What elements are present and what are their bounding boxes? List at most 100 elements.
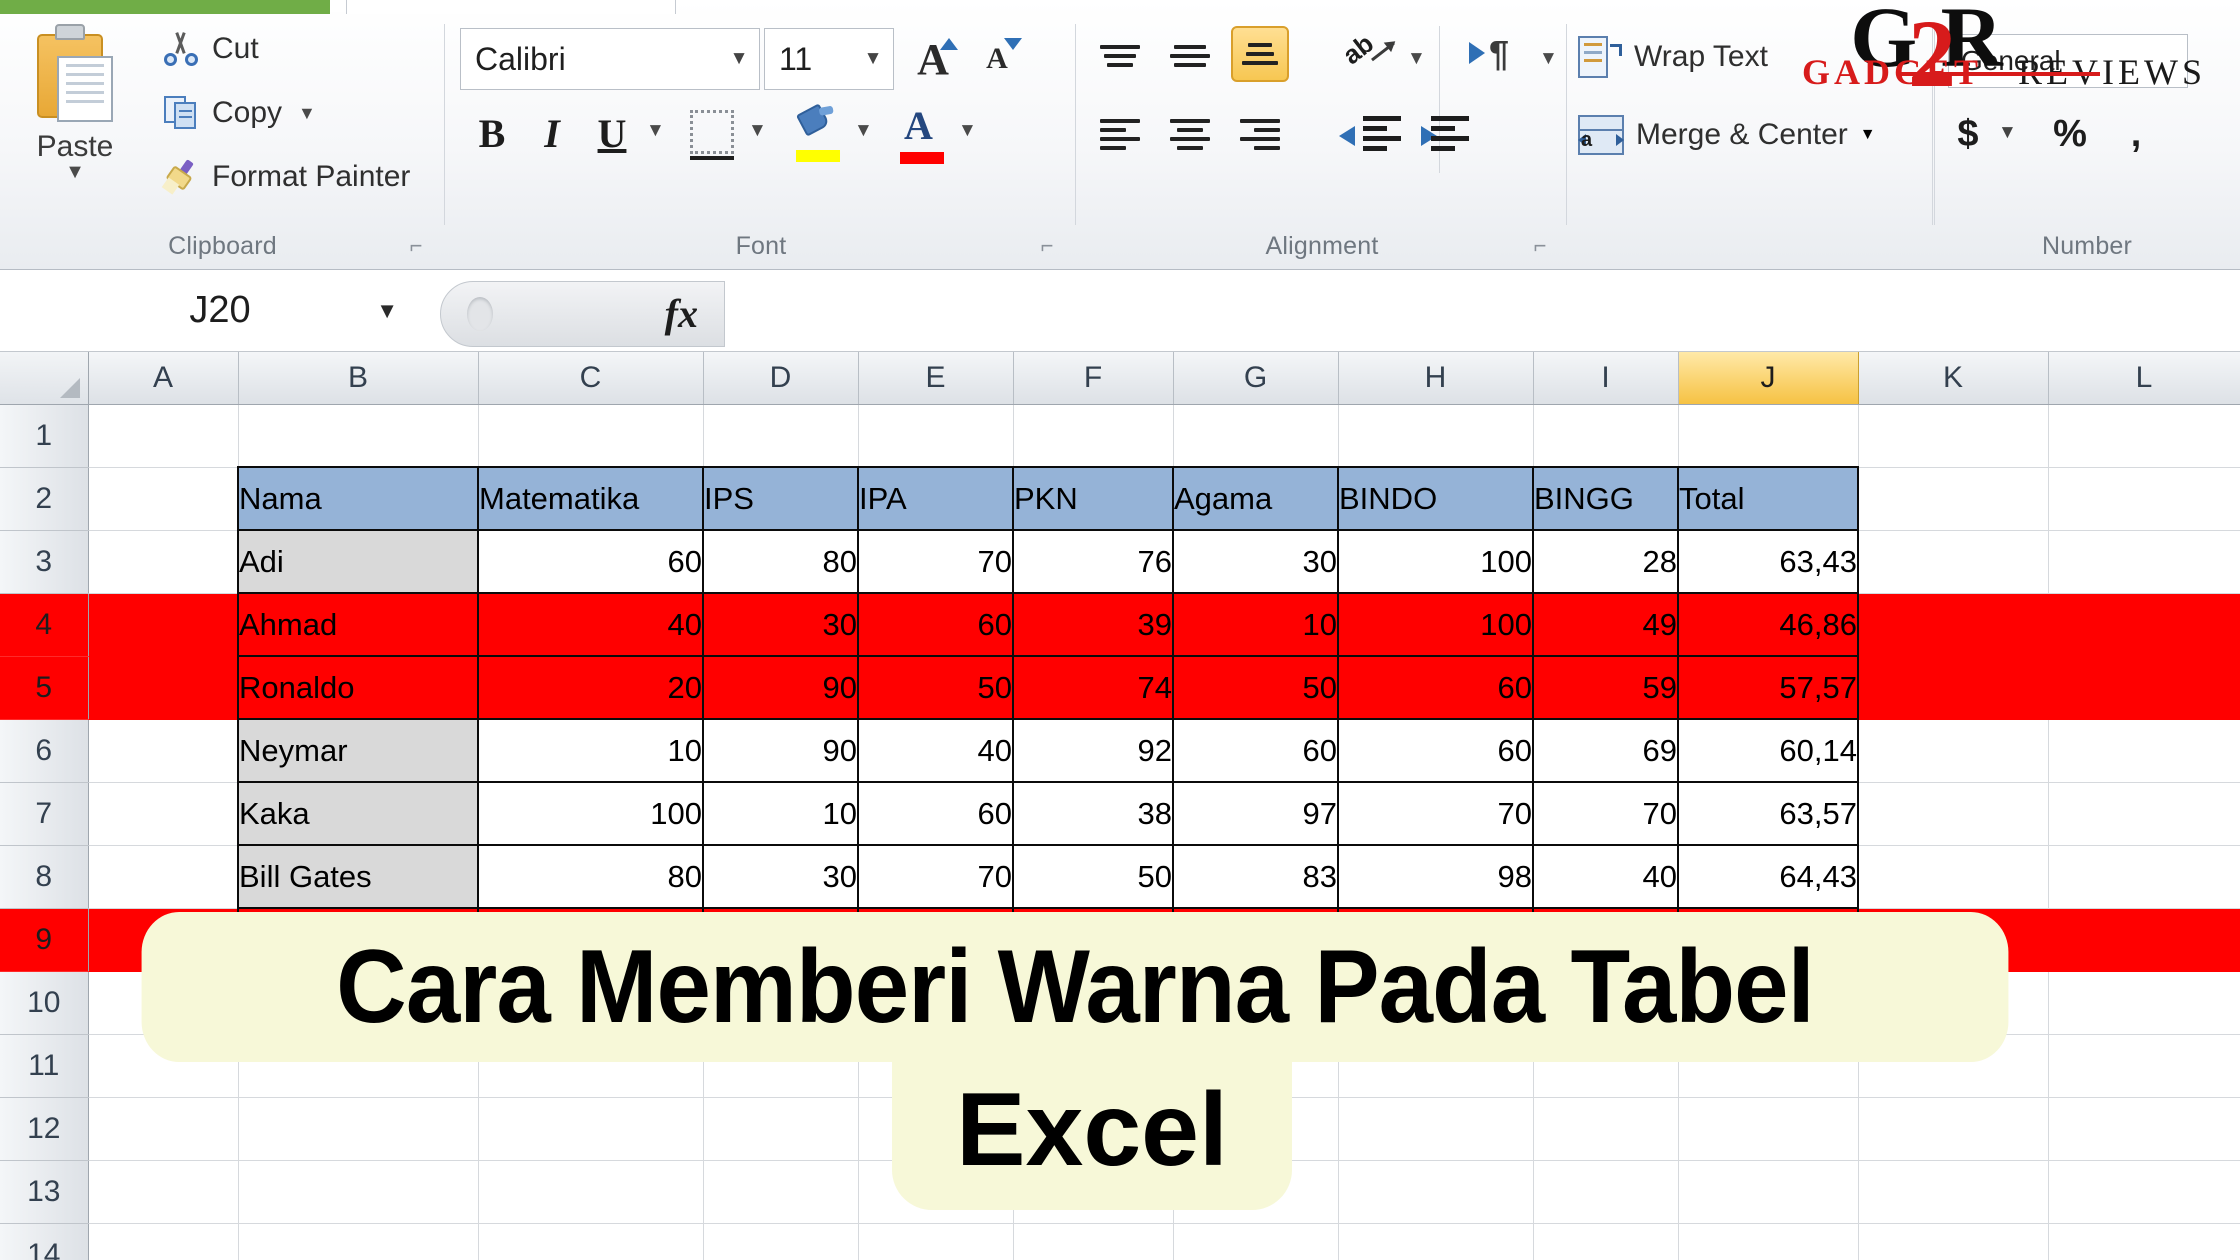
cell-F11[interactable] (1013, 1034, 1174, 1098)
cell-J8[interactable]: 64,43 (1677, 844, 1859, 909)
ribbon-active-tab[interactable] (346, 0, 676, 14)
column-header-K[interactable]: K (1858, 352, 2049, 405)
cell-K2[interactable] (1858, 467, 2049, 531)
cell-L2[interactable] (2048, 467, 2240, 531)
cell-G13[interactable] (1173, 1160, 1339, 1224)
cell-A11[interactable] (88, 1034, 239, 1098)
cell-K14[interactable] (1858, 1223, 2049, 1260)
row-header-9[interactable]: 9 (0, 908, 89, 972)
cell-B2[interactable]: Nama (237, 466, 479, 531)
cell-I13[interactable] (1533, 1160, 1679, 1224)
cell-J9[interactable]: 59,00 (1677, 907, 1859, 972)
cell-B10[interactable] (237, 970, 479, 1035)
cell-B7[interactable]: Kaka (237, 781, 479, 846)
format-painter-button[interactable]: Format Painter (156, 154, 416, 200)
cell-G4[interactable]: 10 (1172, 592, 1339, 657)
cell-D7[interactable]: 10 (702, 781, 859, 846)
cell-L9[interactable] (2048, 908, 2240, 972)
cell-E13[interactable] (858, 1160, 1014, 1224)
cell-H12[interactable] (1338, 1097, 1534, 1161)
borders-dropdown-caret[interactable]: ▼ (748, 120, 767, 142)
cell-D5[interactable]: 90 (702, 655, 859, 720)
cell-E3[interactable]: 70 (857, 529, 1014, 594)
cell-L4[interactable] (2048, 593, 2240, 657)
cell-D10[interactable] (702, 970, 859, 1035)
cell-E6[interactable]: 40 (857, 718, 1014, 783)
cell-H9[interactable]: 87 (1337, 907, 1534, 972)
cell-B4[interactable]: Ahmad (237, 592, 479, 657)
cell-B11[interactable] (238, 1034, 479, 1098)
column-header-H[interactable]: H (1338, 352, 1534, 405)
cell-K4[interactable] (1858, 593, 2049, 657)
cell-H5[interactable]: 60 (1337, 655, 1534, 720)
cell-E4[interactable]: 60 (857, 592, 1014, 657)
cell-I14[interactable] (1533, 1223, 1679, 1260)
row-header-2[interactable]: 2 (0, 467, 89, 531)
cell-D4[interactable]: 30 (702, 592, 859, 657)
cell-C8[interactable]: 80 (477, 844, 704, 909)
cell-F2[interactable]: PKN (1012, 466, 1174, 531)
cell-I1[interactable] (1533, 404, 1679, 468)
column-header-A[interactable]: A (88, 352, 239, 405)
cell-K11[interactable] (1858, 1034, 2049, 1098)
cell-A14[interactable] (88, 1223, 239, 1260)
cell-E1[interactable] (858, 404, 1014, 468)
cell-H1[interactable] (1338, 404, 1534, 468)
row-header-10[interactable]: 10 (0, 971, 89, 1035)
align-top-button[interactable] (1091, 28, 1149, 84)
comma-format-button[interactable]: , (2112, 106, 2160, 162)
cell-E10[interactable] (857, 970, 1014, 1035)
borders-icon[interactable] (690, 110, 734, 160)
cell-D12[interactable] (703, 1097, 859, 1161)
cell-F10[interactable] (1012, 970, 1174, 1035)
cell-H8[interactable]: 98 (1337, 844, 1534, 909)
cell-F3[interactable]: 76 (1012, 529, 1174, 594)
cell-L3[interactable] (2048, 530, 2240, 594)
cell-I11[interactable] (1533, 1034, 1679, 1098)
cell-A10[interactable] (88, 971, 239, 1035)
cell-H13[interactable] (1338, 1160, 1534, 1224)
cell-F12[interactable] (1013, 1097, 1174, 1161)
cell-G10[interactable] (1172, 970, 1339, 1035)
cell-K13[interactable] (1858, 1160, 2049, 1224)
font-color-dropdown-caret[interactable]: ▼ (958, 120, 977, 142)
cell-G7[interactable]: 97 (1172, 781, 1339, 846)
cell-F13[interactable] (1013, 1160, 1174, 1224)
cell-H10[interactable] (1337, 970, 1534, 1035)
column-header-L[interactable]: L (2048, 352, 2240, 405)
column-header-D[interactable]: D (703, 352, 859, 405)
cell-K1[interactable] (1858, 404, 2049, 468)
font-name-input[interactable]: Calibri ▼ (460, 28, 760, 90)
cell-H3[interactable]: 100 (1337, 529, 1534, 594)
cell-I2[interactable]: BINGG (1532, 466, 1679, 531)
cell-H7[interactable]: 70 (1337, 781, 1534, 846)
align-right-button[interactable] (1231, 106, 1289, 162)
cell-D8[interactable]: 30 (702, 844, 859, 909)
cell-L10[interactable] (2048, 971, 2240, 1035)
cell-I12[interactable] (1533, 1097, 1679, 1161)
row-header-12[interactable]: 12 (0, 1097, 89, 1161)
row-header-8[interactable]: 8 (0, 845, 89, 909)
cell-A12[interactable] (88, 1097, 239, 1161)
cell-J7[interactable]: 63,57 (1677, 781, 1859, 846)
cell-D1[interactable] (703, 404, 859, 468)
cell-A6[interactable] (88, 719, 239, 783)
cell-I3[interactable]: 28 (1532, 529, 1679, 594)
paste-dropdown-caret[interactable]: ▼ (16, 162, 134, 182)
cell-C13[interactable] (478, 1160, 704, 1224)
cell-B9[interactable]: Taylor Otwell (237, 907, 479, 972)
cell-L8[interactable] (2048, 845, 2240, 909)
row-header-6[interactable]: 6 (0, 719, 89, 783)
cell-D11[interactable] (703, 1034, 859, 1098)
orientation-button[interactable]: ab (1337, 28, 1401, 84)
text-direction-button[interactable]: ¶ (1467, 28, 1529, 84)
column-header-I[interactable]: I (1533, 352, 1679, 405)
cell-J3[interactable]: 63,43 (1677, 529, 1859, 594)
cell-C7[interactable]: 100 (477, 781, 704, 846)
cell-G1[interactable] (1173, 404, 1339, 468)
clipboard-dialog-launcher[interactable]: ⌐ (403, 233, 429, 259)
cell-K12[interactable] (1858, 1097, 2049, 1161)
cell-C5[interactable]: 20 (477, 655, 704, 720)
cell-H2[interactable]: BINDO (1337, 466, 1534, 531)
cell-B12[interactable] (238, 1097, 479, 1161)
